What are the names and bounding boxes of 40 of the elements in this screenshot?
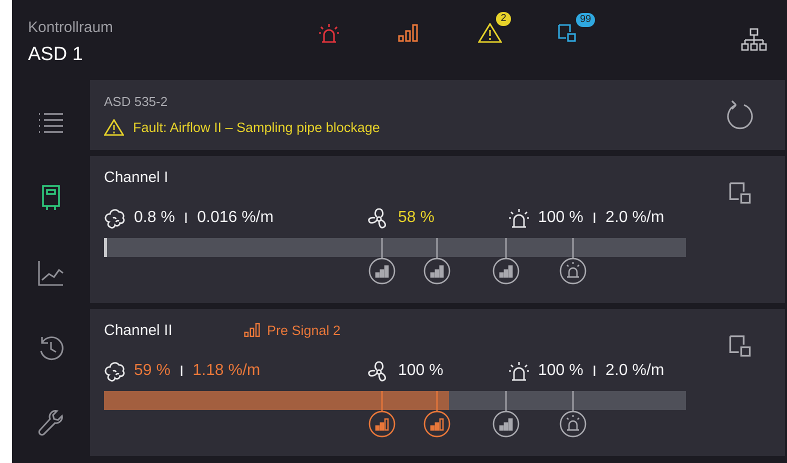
reset-icon[interactable]	[725, 100, 755, 130]
warning-icon	[104, 119, 124, 136]
airflow-value: 58 %	[398, 209, 434, 227]
network-tree-icon[interactable]	[741, 28, 767, 52]
channel-status: Pre Signal 2	[267, 322, 341, 338]
beacon-icon	[508, 208, 530, 228]
separator: I	[184, 210, 188, 226]
beacon-icon	[508, 361, 530, 381]
smoke-rate: 1.18 %/m	[192, 362, 260, 380]
alarm-rate: 2.0 %/m	[606, 362, 664, 380]
channel-name: Channel II	[104, 322, 174, 338]
signal-bars-icon[interactable]	[398, 24, 418, 42]
line-chart-icon	[38, 260, 64, 286]
smoke-rate: 0.016 %/m	[197, 209, 274, 227]
separator: I	[592, 362, 597, 380]
alarm-rate: 2.0 %/m	[606, 209, 664, 227]
warning-icon[interactable]	[478, 23, 502, 43]
separator: I	[592, 210, 597, 226]
wrench-icon	[38, 410, 64, 436]
device-title: ASD 1	[28, 44, 84, 66]
airflow-value: 100 %	[398, 362, 444, 380]
count-badge: 99	[576, 13, 596, 27]
fault-message: Fault: Airflow II – Sampling pipe blockage	[133, 120, 380, 135]
device-icon	[42, 185, 60, 211]
beacon-icon[interactable]	[318, 23, 340, 43]
smoke-cloud-icon	[104, 207, 126, 229]
separator: I	[179, 362, 184, 380]
list-icon	[38, 112, 64, 134]
smoke-cloud-icon	[104, 360, 126, 382]
alarm-value: 100 %	[538, 362, 584, 380]
location-label: Kontrollraum	[28, 18, 114, 36]
signal-bars-icon	[244, 322, 260, 338]
count-badge: 2	[496, 12, 511, 26]
devices-icon[interactable]	[558, 24, 576, 42]
channel-name: Channel I	[104, 168, 170, 186]
alarm-value: 100 %	[538, 209, 584, 227]
smoke-value: 59 %	[134, 362, 170, 380]
device-label: ASD 535-2	[104, 94, 169, 109]
smoke-value: 0.8 %	[134, 209, 175, 227]
history-icon	[38, 335, 64, 361]
